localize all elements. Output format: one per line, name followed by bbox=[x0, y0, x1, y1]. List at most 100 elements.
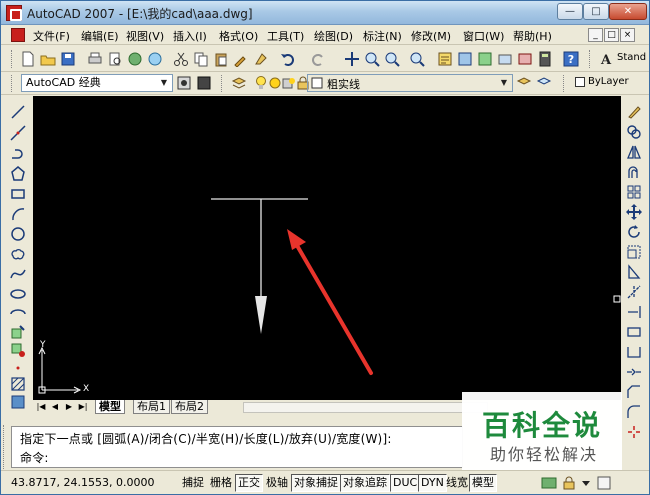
undo-icon[interactable] bbox=[280, 51, 296, 67]
polyline-icon[interactable] bbox=[10, 146, 26, 162]
print-icon[interactable] bbox=[87, 51, 103, 67]
toolbar-grip[interactable] bbox=[11, 50, 14, 68]
ellipse-icon[interactable] bbox=[10, 286, 26, 302]
menu-insert[interactable]: 插入(I) bbox=[173, 28, 207, 44]
new-file-icon[interactable] bbox=[20, 51, 36, 67]
insert-block-icon[interactable] bbox=[10, 324, 26, 340]
doc-close-button[interactable]: × bbox=[620, 28, 635, 42]
text-style-combo[interactable]: Stand bbox=[617, 52, 646, 63]
doc-minimize-button[interactable]: _ bbox=[588, 28, 603, 42]
cut-icon[interactable] bbox=[173, 51, 189, 67]
osnap-toggle[interactable]: 对象捕捉 bbox=[291, 474, 341, 492]
erase-icon[interactable] bbox=[626, 104, 642, 120]
menu-format[interactable]: 格式(O) bbox=[219, 28, 258, 44]
menu-edit[interactable]: 编辑(E) bbox=[81, 28, 119, 44]
rectangle-icon[interactable] bbox=[10, 186, 26, 202]
otrack-toggle[interactable]: 对象追踪 bbox=[340, 474, 390, 492]
arc-icon[interactable] bbox=[10, 206, 26, 222]
command-window-grip[interactable] bbox=[3, 425, 9, 469]
chamfer-icon[interactable] bbox=[626, 384, 642, 400]
make-block-icon[interactable] bbox=[10, 342, 26, 358]
tab-layout2[interactable]: 布局2 bbox=[171, 400, 208, 414]
text-style-icon[interactable]: A bbox=[598, 51, 614, 67]
minimize-button[interactable]: — bbox=[557, 3, 583, 20]
open-folder-icon[interactable] bbox=[40, 51, 56, 67]
toolbar-grip[interactable] bbox=[11, 75, 14, 92]
zoom-realtime-icon[interactable] bbox=[364, 51, 380, 67]
break-at-point-icon[interactable] bbox=[626, 344, 642, 360]
ortho-toggle[interactable]: 正交 bbox=[235, 474, 263, 492]
layer-previous-icon[interactable] bbox=[536, 75, 552, 91]
make-current-layer-icon[interactable] bbox=[516, 75, 532, 91]
mirror-icon[interactable] bbox=[626, 144, 642, 160]
explode-icon[interactable] bbox=[626, 424, 642, 440]
spline-icon[interactable] bbox=[10, 266, 26, 282]
pan-icon[interactable] bbox=[344, 51, 360, 67]
maximize-button[interactable]: □ bbox=[583, 3, 609, 20]
line-icon[interactable] bbox=[10, 104, 26, 120]
drawing-canvas[interactable]: Y X bbox=[33, 96, 621, 400]
menu-help[interactable]: 帮助(H) bbox=[513, 28, 552, 44]
construction-line-icon[interactable] bbox=[10, 125, 26, 141]
design-center-icon[interactable] bbox=[457, 51, 473, 67]
paste-icon[interactable] bbox=[213, 51, 229, 67]
menu-file[interactable]: 文件(F) bbox=[33, 28, 70, 44]
zoom-previous-icon[interactable] bbox=[409, 51, 425, 67]
workspace-save-icon[interactable] bbox=[196, 75, 212, 91]
snap-toggle[interactable]: 捕捉 bbox=[179, 474, 207, 492]
tab-model[interactable]: 模型 bbox=[95, 400, 125, 414]
color-combo[interactable]: ByLayer bbox=[588, 76, 629, 87]
menu-tools[interactable]: 工具(T) bbox=[267, 28, 304, 44]
markup-icon[interactable] bbox=[517, 51, 533, 67]
chevron-down-icon[interactable]: ▼ bbox=[497, 76, 511, 90]
point-icon[interactable] bbox=[10, 360, 26, 376]
extend-icon[interactable] bbox=[626, 304, 642, 320]
command-window[interactable]: 指定下一点或 [圆弧(A)/闭合(C)/半宽(H)/长度(L)/放弃(U)/宽度… bbox=[11, 426, 463, 468]
lineweight-toggle[interactable]: 线宽 bbox=[443, 474, 471, 492]
horizontal-scrollbar[interactable] bbox=[243, 402, 488, 413]
circle-icon[interactable] bbox=[10, 226, 26, 242]
calculator-icon[interactable] bbox=[537, 51, 553, 67]
trim-icon[interactable] bbox=[626, 284, 642, 300]
next-tab-icon[interactable]: ▶ bbox=[63, 401, 75, 413]
doc-restore-button[interactable]: □ bbox=[604, 28, 619, 42]
autocad-app-icon[interactable] bbox=[6, 5, 22, 21]
gradient-icon[interactable] bbox=[10, 394, 26, 410]
command-prompt[interactable]: 命令: bbox=[20, 449, 49, 466]
ellipse-arc-icon[interactable] bbox=[10, 306, 26, 322]
block-editor-icon[interactable] bbox=[253, 51, 269, 67]
copy-icon[interactable] bbox=[193, 51, 209, 67]
first-tab-icon[interactable]: |◀ bbox=[35, 401, 47, 413]
chevron-down-icon[interactable]: ▼ bbox=[157, 76, 171, 90]
fillet-icon[interactable] bbox=[626, 404, 642, 420]
communication-center-icon[interactable] bbox=[541, 475, 557, 491]
coordinate-readout[interactable]: 43.8717, 24.1553, 0.0000 bbox=[11, 476, 154, 489]
join-icon[interactable] bbox=[626, 364, 642, 380]
hatch-icon[interactable] bbox=[10, 376, 26, 392]
redo-icon[interactable] bbox=[310, 51, 326, 67]
publish-icon[interactable] bbox=[127, 51, 143, 67]
offset-icon[interactable] bbox=[626, 164, 642, 180]
menu-dimension[interactable]: 标注(N) bbox=[363, 28, 402, 44]
workspace-settings-icon[interactable] bbox=[176, 75, 192, 91]
menu-view[interactable]: 视图(V) bbox=[126, 28, 164, 44]
rotate-icon[interactable] bbox=[626, 224, 642, 240]
model-toggle[interactable]: 模型 bbox=[469, 474, 497, 492]
print-preview-icon[interactable] bbox=[107, 51, 123, 67]
scale-icon[interactable] bbox=[626, 244, 642, 260]
polygon-icon[interactable] bbox=[10, 166, 26, 182]
grid-toggle[interactable]: 栅格 bbox=[207, 474, 235, 492]
workspace-combo[interactable]: AutoCAD 经典 ▼ bbox=[21, 74, 173, 92]
toolbar-grip[interactable] bbox=[563, 75, 566, 92]
polar-toggle[interactable]: 极轴 bbox=[263, 474, 291, 492]
previous-tab-icon[interactable]: ◀ bbox=[49, 401, 61, 413]
menu-modify[interactable]: 修改(M) bbox=[411, 28, 451, 44]
tab-layout1[interactable]: 布局1 bbox=[133, 400, 170, 414]
copy-object-icon[interactable] bbox=[626, 124, 642, 140]
array-icon[interactable] bbox=[626, 184, 642, 200]
close-button[interactable]: ✕ bbox=[609, 3, 647, 20]
zoom-window-icon[interactable] bbox=[384, 51, 400, 67]
toolbar-grip[interactable] bbox=[589, 50, 592, 68]
toolbar-grip[interactable] bbox=[221, 75, 224, 92]
title-bar[interactable]: AutoCAD 2007 - [E:\我的cad\aaa.dwg] — □ ✕ bbox=[1, 1, 649, 25]
